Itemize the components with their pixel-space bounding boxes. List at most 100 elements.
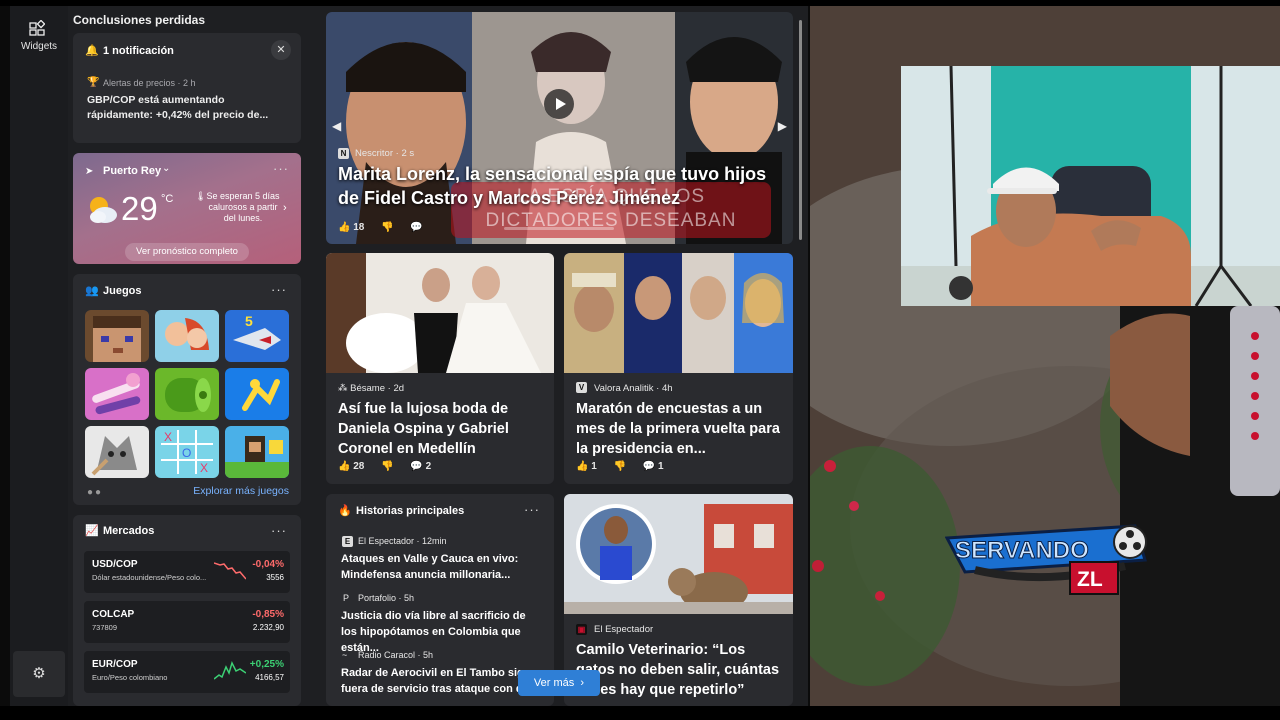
news-card-encuestas[interactable]: V Valora Analitik · 4h Maratón de encues… — [564, 253, 793, 484]
notification-meta: Alertas de precios · 2 h — [103, 78, 196, 88]
dislike-icon[interactable]: 👎 — [381, 461, 393, 472]
market-price: 2.232,90 — [252, 623, 284, 632]
widgets-rail: Widgets ⚙ — [10, 6, 68, 706]
close-icon[interactable]: ✕ — [271, 40, 291, 60]
market-price: 4166,57 — [255, 673, 284, 682]
more-options-icon[interactable]: ··· — [271, 282, 287, 297]
market-symbol: EUR/COP — [92, 659, 138, 670]
news-headline[interactable]: Maratón de encuestas a un mes de la prim… — [576, 399, 781, 459]
weather-location[interactable]: Puerto Rey — [103, 165, 161, 177]
game-tile-runner[interactable] — [225, 368, 289, 420]
story-headline[interactable]: Radar de Aerocivil en El Tambo sigue fue… — [341, 665, 541, 697]
svg-text:SERVANDO: SERVANDO — [955, 537, 1089, 564]
carousel-prev-icon[interactable]: ◀ — [332, 119, 341, 133]
weather-card[interactable]: ➤ Puerto Rey ⌄ ··· 29 °C 🌡 Se esperan 5 … — [73, 153, 301, 264]
markets-card: 📈 Mercados ··· USD/COP Dólar estadounide… — [73, 515, 301, 706]
story-source: Portafolio · 5h — [358, 593, 415, 603]
svg-text:O: O — [182, 446, 191, 460]
svg-text:5: 5 — [245, 313, 253, 329]
news-headline[interactable]: Así fue la lujosa boda de Daniela Ospina… — [338, 399, 543, 459]
news-image-wedding — [326, 253, 554, 373]
dislike-icon[interactable]: 👎 — [614, 461, 626, 472]
location-arrow-icon: ➤ — [85, 166, 94, 177]
bottom-black-bar — [0, 706, 1280, 720]
comment-button[interactable]: 💬 2 — [410, 461, 431, 472]
market-description: 737809 — [92, 623, 118, 632]
news-headline[interactable]: Camilo Veterinario: “Los gatos no deben … — [576, 640, 786, 700]
sparkline-up — [214, 660, 246, 680]
news-image-cat — [564, 494, 793, 614]
dislike-icon[interactable]: 👎 — [381, 222, 393, 233]
chevron-right-icon[interactable]: › — [283, 202, 287, 214]
comment-button[interactable]: 💬 1 — [643, 461, 664, 472]
bell-icon: 🔔 — [85, 45, 99, 57]
market-row-colcap[interactable]: COLCAP 737809 -0,85% 2.232,90 — [84, 601, 290, 643]
markets-icon: 📈 — [85, 525, 99, 537]
like-button[interactable]: 👍 1 — [576, 461, 597, 472]
market-description: Euro/Peso colombiano — [92, 673, 168, 682]
notification-card[interactable]: 🔔 1 notificación ✕ 🏆 Alertas de precios … — [73, 33, 301, 143]
story-source: El Espectador · 12min — [358, 536, 447, 546]
market-symbol: USD/COP — [92, 559, 138, 570]
svg-text:X: X — [200, 461, 208, 475]
story-headline[interactable]: Ataques en Valle y Cauca en vivo: Mindef… — [341, 551, 541, 583]
play-video-icon[interactable] — [544, 89, 574, 119]
games-icon: 👥 — [85, 285, 99, 297]
hero-headline[interactable]: Marita Lorenz, la sensacional espía que … — [338, 162, 778, 210]
game-tile-minecraft[interactable] — [85, 310, 149, 362]
notification-title: 1 notificación — [103, 45, 174, 57]
more-options-icon[interactable]: ··· — [524, 502, 540, 517]
market-change: +0,25% — [249, 659, 284, 670]
webcam-scene — [901, 66, 1280, 306]
source-logo-icon: ~ — [342, 650, 348, 660]
top-stories-title: Historias principales — [356, 505, 465, 517]
game-tile-tic-tac-toe[interactable]: XOX — [155, 426, 219, 478]
full-forecast-button[interactable]: Ver pronóstico completo — [125, 243, 249, 261]
widgets-icon[interactable] — [29, 20, 45, 36]
source-logo-icon: V — [576, 382, 587, 393]
story-headline[interactable]: Justicia dio vía libre al sacrificio de … — [341, 608, 541, 656]
markets-title: Mercados — [103, 525, 155, 537]
webcam-feed — [901, 66, 1280, 306]
news-source: El Espectador — [594, 624, 654, 635]
comment-icon[interactable]: 💬 — [410, 222, 422, 233]
like-button[interactable]: 👍 18 — [338, 222, 364, 233]
price-alert-icon: 🏆 — [87, 77, 100, 88]
like-button[interactable]: 👍 28 — [338, 461, 364, 472]
game-tile-blocks[interactable] — [225, 426, 289, 478]
market-row-eur-cop[interactable]: EUR/COP Euro/Peso colombiano +0,25% 4166… — [84, 651, 290, 693]
partly-sunny-icon — [90, 197, 117, 223]
news-source: ⁂ Bésame · 2d — [338, 383, 405, 394]
settings-gear-icon[interactable]: ⚙ — [13, 651, 65, 697]
game-tile-dog-art[interactable] — [85, 426, 149, 478]
hero-news-card[interactable]: LA ESPÍA QUE LOS DICTADORES DESEABAN ◀ ▶… — [326, 12, 793, 244]
widgets-label: Widgets — [20, 41, 58, 52]
game-tile-family[interactable] — [155, 310, 219, 362]
carousel-dots[interactable]: ●● — [87, 487, 103, 498]
hero-source: Nescritor · 2 s — [355, 148, 415, 159]
market-row-usd-cop[interactable]: USD/COP Dólar estadounidense/Peso colo..… — [84, 551, 290, 593]
see-more-button[interactable]: Ver más › — [518, 670, 600, 696]
scrollbar[interactable] — [799, 20, 802, 240]
game-tile-roll[interactable] — [155, 368, 219, 420]
chevron-down-icon[interactable]: ⌄ — [162, 163, 170, 174]
news-actions: 👍 1 👎 💬 1 — [576, 461, 678, 472]
more-options-icon[interactable]: ··· — [271, 523, 287, 538]
source-logo-icon: P — [343, 593, 350, 603]
notification-body: GBP/COP está aumentando rápidamente: +0,… — [87, 94, 269, 121]
games-card: 👥 Juegos ··· 5 X O X ●● Explorar más jue… — [73, 274, 301, 505]
market-change: -0,04% — [252, 559, 284, 570]
svg-text:ZL: ZL — [1077, 568, 1103, 591]
source-logo-icon: N — [338, 148, 349, 159]
news-card-boda[interactable]: ⁂ Bésame · 2d Así fue la lujosa boda de … — [326, 253, 554, 484]
carousel-progress — [504, 227, 614, 230]
game-tile-makeup[interactable] — [85, 368, 149, 420]
story-source: Radio Caracol · 5h — [358, 650, 434, 660]
news-actions: 👍 28 👎 💬 2 — [338, 461, 445, 472]
more-options-icon[interactable]: ··· — [273, 161, 289, 176]
explore-games-link[interactable]: Explorar más juegos — [193, 485, 289, 497]
hero-actions: 👍 18 👎 💬 — [338, 222, 437, 233]
game-tile-shark[interactable]: 5 — [225, 310, 289, 362]
carousel-next-icon[interactable]: ▶ — [778, 119, 787, 133]
news-source: Valora Analitik · 4h — [594, 383, 673, 394]
